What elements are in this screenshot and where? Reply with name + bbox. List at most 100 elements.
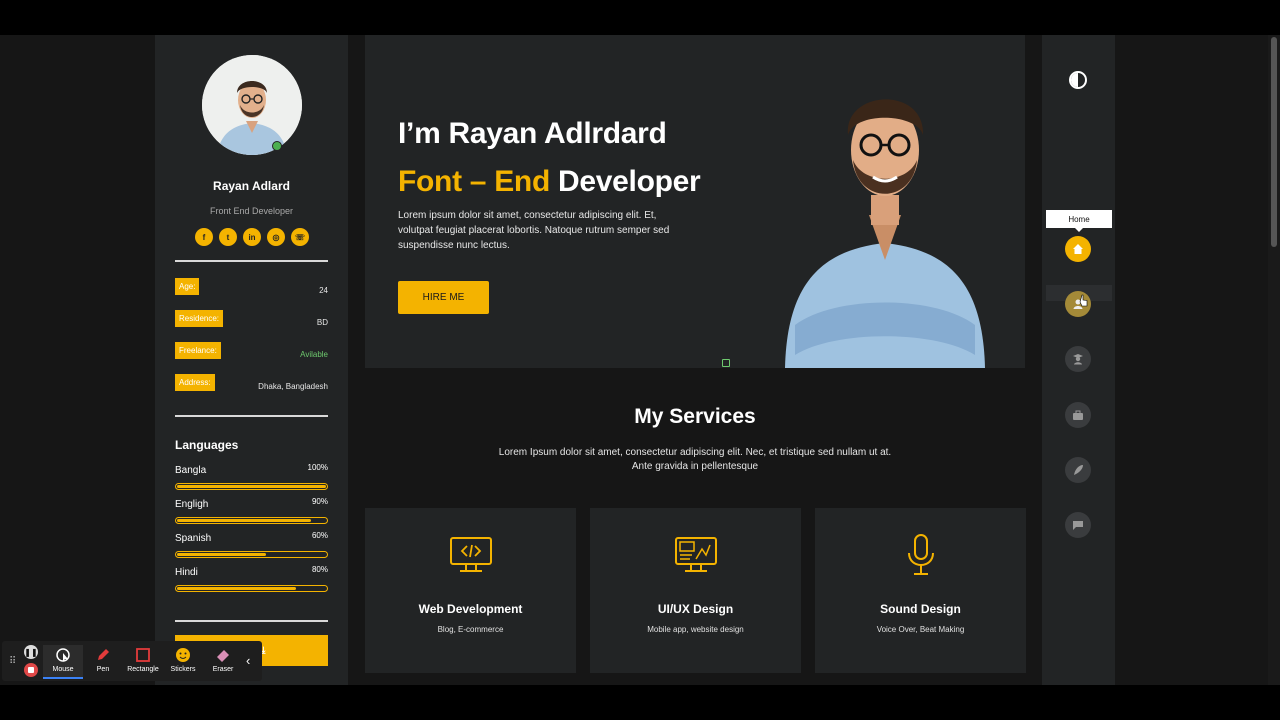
home-icon [1073,244,1083,254]
profile-role: Front End Developer [209,206,294,216]
service-subtitle: Blog, E-commerce [437,625,504,634]
info-key: Residence: [175,310,224,327]
pen-icon [98,649,109,660]
dribbble-icon[interactable]: ◎ [267,228,285,246]
tool-label: Mouse [52,666,74,673]
services-description: Lorem Ipsum dolor sit amet, consectetur … [498,447,892,472]
language-progress-track [175,517,328,524]
collapse-toolbar-button[interactable]: ‹ [246,653,250,668]
hero-portrait-image [785,99,985,368]
code-monitor-icon [450,537,492,572]
language-progress-fill [177,553,267,556]
language-progress-fill [177,485,326,488]
language-name: Bangla [175,465,207,476]
language-percent: 100% [307,463,328,472]
service-title: UI/UX Design [657,602,734,616]
nav-home-button[interactable] [1065,236,1091,262]
language-progress-fill [177,519,312,522]
info-value: Avilable [300,350,328,359]
graduate-icon [1073,354,1083,365]
info-row-residence: Residence: BD [175,310,328,330]
nav-tooltip: Home [1046,210,1112,232]
nav-portfolio-button[interactable] [1065,402,1091,428]
design-monitor-icon [675,537,717,572]
hero-description: Lorem ipsum dolor sit amet, consectetur … [398,210,670,251]
service-title: Web Development [418,602,523,616]
info-value: 24 [319,286,328,295]
mouse-pointer-icon [1079,294,1088,307]
tool-mouse[interactable]: Mouse [43,645,83,679]
nav-contact-button[interactable] [1065,512,1091,538]
language-name: Hindi [175,567,198,578]
hero-heading-rest: Developer [549,165,701,198]
avatar [202,55,302,155]
page-scrollbar[interactable] [1268,35,1280,685]
divider [175,415,328,417]
decorative-shape [722,359,730,367]
profile-sidebar: Rayan Adlard Front End Developer f t in … [155,35,348,685]
twitter-icon[interactable]: t [219,228,237,246]
sticker-icon [176,648,190,662]
feather-icon [1074,465,1083,475]
social-links: f t in ◎ ☏ [195,228,309,246]
drag-handle-icon[interactable]: ⠿ [9,656,16,667]
linkedin-icon[interactable]: in [243,228,261,246]
stop-button[interactable] [24,663,38,677]
hero-accent-text: Font – End [398,165,550,198]
briefcase-icon [1073,410,1083,420]
language-name: Engligh [175,499,209,510]
nav-resume-button[interactable] [1065,346,1091,372]
service-subtitle: Mobile app, website design [647,625,744,634]
tool-label: Eraser [212,666,234,673]
language-progress-track [175,483,328,490]
info-value: BD [316,318,328,327]
online-status-dot [272,141,282,151]
info-row-freelance: Freelance: Avilable [175,342,328,362]
theme-toggle-icon[interactable] [1069,71,1087,89]
portfolio-page: Rayan Adlard Front End Developer f t in … [0,35,1280,685]
screen-recorder-toolbar: ⠿ ❚❚ Mouse Pen Rectangle Stickers Eraser… [2,641,262,681]
mouse-cursor-icon [56,648,70,662]
pause-button[interactable]: ❚❚ [24,645,38,659]
language-progress-track [175,551,328,558]
tool-label: Pen [96,666,110,673]
divider [175,620,328,622]
nav-blog-button[interactable] [1065,457,1091,483]
info-row-age: Age: 24 [175,278,328,298]
service-card-sound-design[interactable]: Sound Design Voice Over, Beat Making [815,508,1026,673]
tool-label: Rectangle [127,666,159,673]
rectangle-icon [136,648,150,662]
info-row-address: Address: Dhaka, Bangladesh [175,374,328,394]
tool-rectangle[interactable]: Rectangle [123,645,163,679]
services-title: My Services [634,405,756,428]
info-key: Age: [175,278,200,295]
tool-label: Stickers [170,666,196,673]
scrollbar-thumb[interactable] [1271,37,1277,247]
language-percent: 80% [311,565,328,574]
hire-me-button[interactable]: HIRE ME [398,281,489,314]
service-title: Sound Design [880,602,961,616]
tool-pen[interactable]: Pen [83,645,123,679]
divider [175,260,328,262]
whatsapp-icon[interactable]: ☏ [291,228,309,246]
microphone-icon [908,534,934,575]
languages-title: Languages [175,438,239,452]
eraser-icon [217,650,229,662]
language-progress-fill [177,587,297,590]
hero-heading: I’m Rayan Adlrdard [398,117,667,150]
language-percent: 60% [311,531,328,540]
info-key: Freelance: [175,342,221,359]
service-card-web-development[interactable]: Web Development Blog, E-commerce [365,508,576,673]
right-navigation: Home [1042,35,1115,685]
hero-subheading: Font – End Developer [398,165,701,199]
service-subtitle: Voice Over, Beat Making [876,625,965,634]
info-value: Dhaka, Bangladesh [258,382,328,391]
tool-stickers[interactable]: Stickers [163,645,203,679]
service-card-uiux-design[interactable]: UI/UX Design Mobile app, website design [590,508,801,673]
facebook-icon[interactable]: f [195,228,213,246]
profile-name: Rayan Adlard [213,179,290,193]
language-progress-track [175,585,328,592]
info-key: Address: [175,374,215,391]
tool-eraser[interactable]: Eraser [203,645,243,679]
chat-icon [1073,521,1083,530]
